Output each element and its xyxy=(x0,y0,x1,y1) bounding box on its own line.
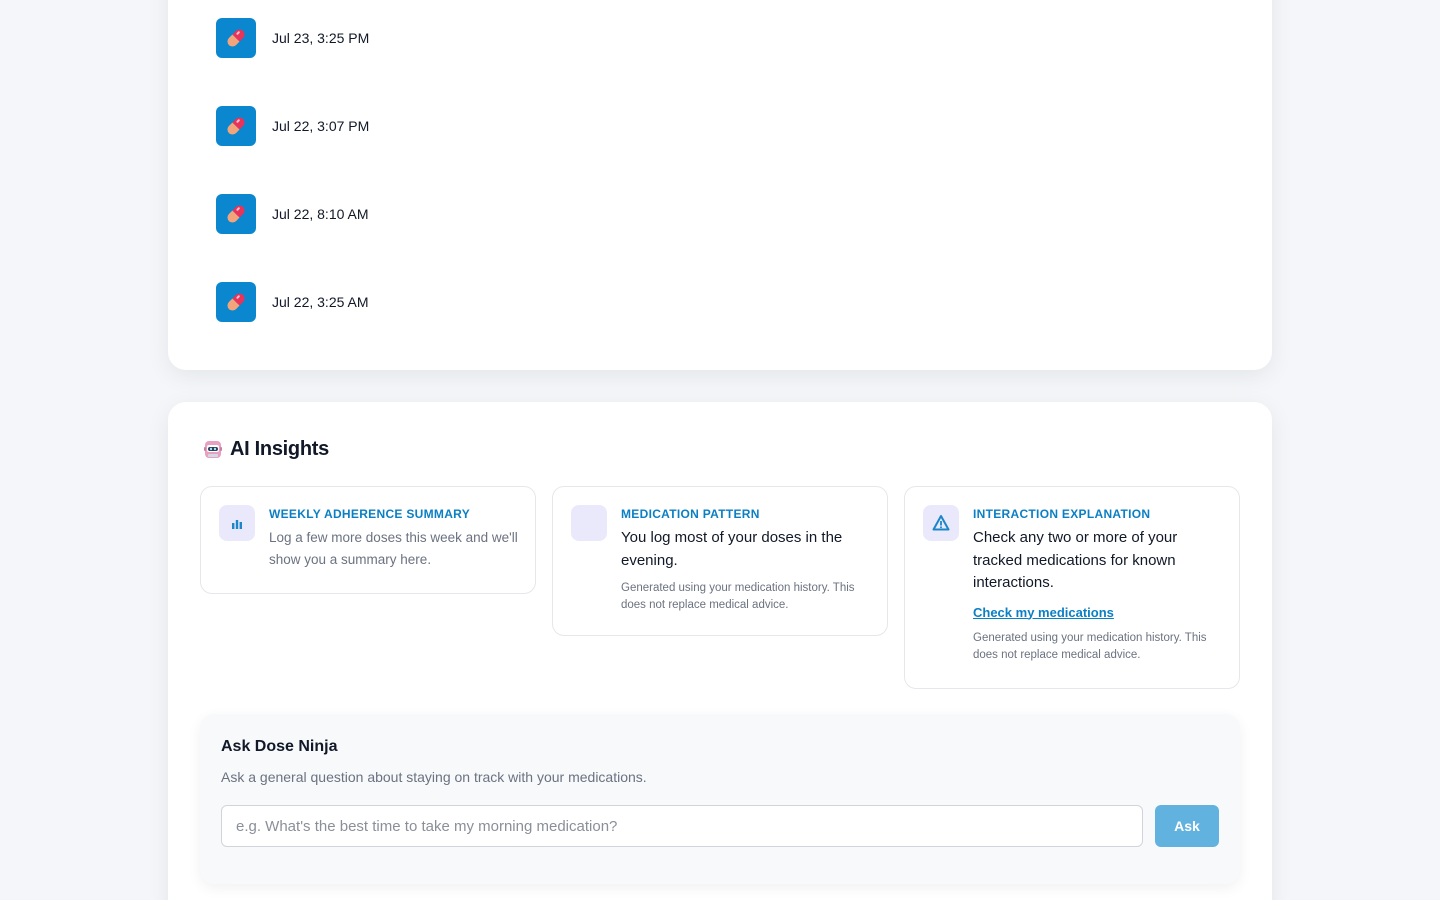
insight-label: INTERACTION EXPLANATION xyxy=(973,507,1151,521)
insight-disclaimer: Generated using your medication history.… xyxy=(621,582,855,611)
warning-icon xyxy=(923,505,959,541)
check-medications-link[interactable]: Check my medications xyxy=(973,605,1114,620)
insights-title: AI Insights xyxy=(230,438,329,460)
bar-chart-icon xyxy=(219,505,255,541)
pill-icon xyxy=(216,282,256,322)
insight-label: WEEKLY ADHERENCE SUMMARY xyxy=(269,507,470,521)
ask-dose-ninja-panel: Ask Dose Ninja Ask a general question ab… xyxy=(200,714,1240,884)
insight-card-weekly-adherence: WEEKLY ADHERENCE SUMMARY Log a few more … xyxy=(200,486,536,594)
ask-subtitle: Ask a general question about staying on … xyxy=(221,769,647,785)
insight-card-interaction-explanation: INTERACTION EXPLANATION Check any two or… xyxy=(904,486,1240,689)
dose-row: Jul 22, 3:25 AM xyxy=(216,282,369,322)
pill-icon xyxy=(216,106,256,146)
robot-icon xyxy=(202,439,224,461)
insight-card-medication-pattern: MEDICATION PATTERN You log most of your … xyxy=(552,486,888,636)
pill-icon xyxy=(216,194,256,234)
insight-text: Check any two or more of your tracked me… xyxy=(973,529,1178,591)
pill-icon xyxy=(216,18,256,58)
dose-time: Jul 22, 8:10 AM xyxy=(272,206,369,222)
dose-row: Jul 22, 8:10 AM xyxy=(216,194,369,234)
insight-text: Log a few more doses this week and we'll… xyxy=(269,530,518,567)
ai-insights-card: AI Insights WEEKLY ADHERENCE SUMMARY Log… xyxy=(168,402,1272,900)
dose-history-card: Jul 23, 3:25 PM Jul 22, 3:07 PM Jul 22, … xyxy=(168,0,1272,370)
insight-disclaimer: Generated using your medication history.… xyxy=(973,631,1207,661)
dose-time: Jul 22, 3:25 AM xyxy=(272,294,369,310)
dose-row: Jul 22, 3:07 PM xyxy=(216,106,369,146)
insight-label: MEDICATION PATTERN xyxy=(621,507,760,521)
ask-title: Ask Dose Ninja xyxy=(221,738,338,755)
insight-text: You log most of your doses in the evenin… xyxy=(621,529,843,569)
insights-header: AI Insights xyxy=(202,438,329,461)
ask-question-input[interactable] xyxy=(221,805,1143,847)
dose-time: Jul 22, 3:07 PM xyxy=(272,118,370,134)
pattern-icon xyxy=(571,505,607,541)
dose-time: Jul 23, 3:25 PM xyxy=(272,30,370,46)
dose-row: Jul 23, 3:25 PM xyxy=(216,18,369,58)
ask-button[interactable]: Ask xyxy=(1155,805,1219,847)
